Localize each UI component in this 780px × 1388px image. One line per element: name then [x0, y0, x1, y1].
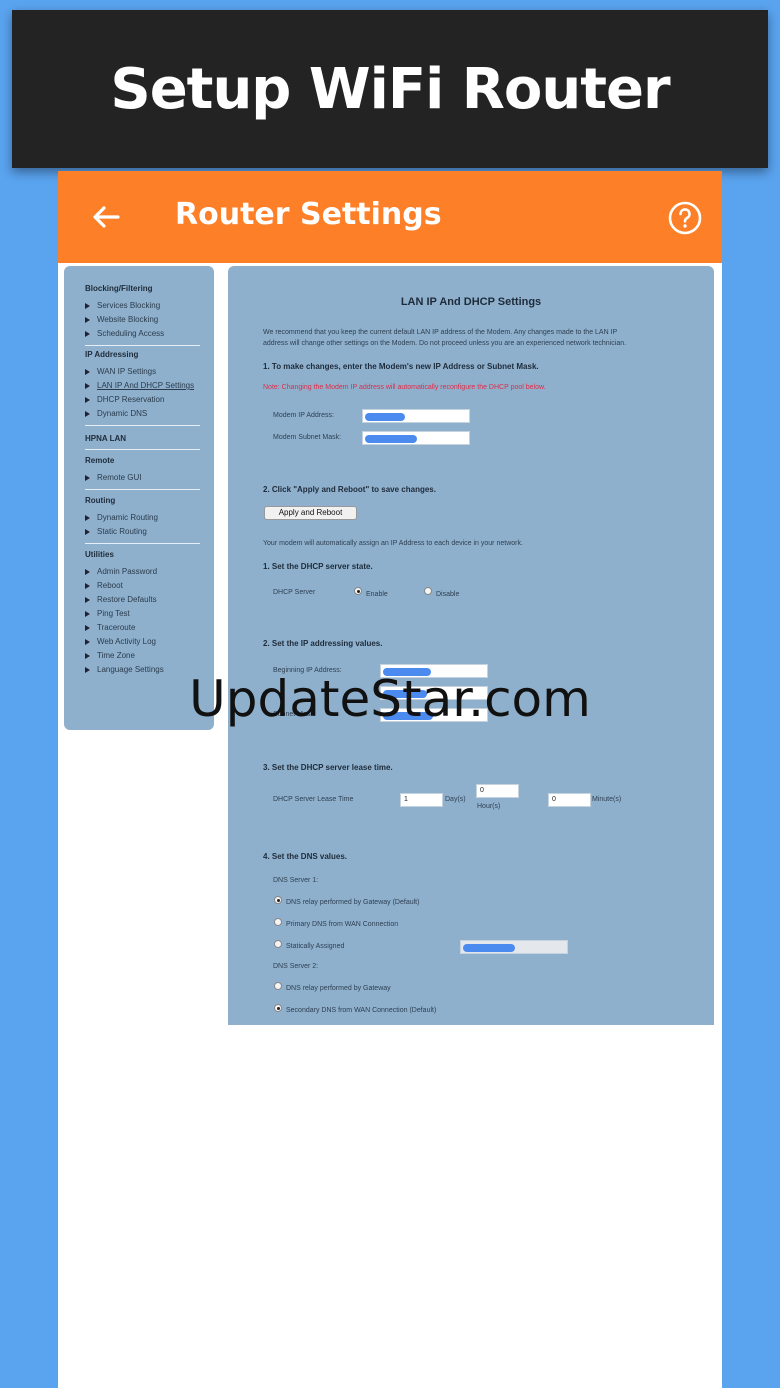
sidebar-section-blocking: Blocking/Filtering Services Blocking Web…: [85, 284, 200, 346]
dns1-label: DNS Server 1:: [273, 877, 319, 884]
disable-label: Disable: [436, 591, 460, 598]
divider: [85, 345, 200, 346]
sidebar-section-remote: Remote Remote GUI: [85, 456, 200, 490]
app-bar-title: Router Settings: [175, 197, 442, 232]
page-title: LAN IP And DHCP Settings: [400, 296, 542, 308]
sidebar-section-ip: IP Addressing WAN IP Settings LAN IP And…: [85, 350, 200, 426]
back-arrow-icon[interactable]: [86, 197, 126, 237]
hours-label: Hour(s): [477, 803, 501, 810]
enable-label: Enable: [366, 591, 388, 598]
dns2-relay-radio[interactable]: [274, 982, 282, 990]
sidebar-item-services-blocking[interactable]: Services Blocking: [85, 299, 200, 313]
modem-ip-label: Modem IP Address:: [273, 412, 334, 419]
sidebar-section-routing: Routing Dynamic Routing Static Routing: [85, 496, 200, 544]
dhcp-disable-radio[interactable]: [424, 587, 432, 595]
phone-screen: Router Settings Blocking/Filtering Servi…: [58, 171, 722, 1388]
sidebar-item-lan-ip-dhcp[interactable]: LAN IP And DHCP Settings: [85, 379, 200, 393]
help-icon[interactable]: [668, 201, 702, 235]
divider: [85, 449, 200, 450]
dns1-static-input[interactable]: [460, 940, 568, 954]
sidebar-item-dynamic-routing[interactable]: Dynamic Routing: [85, 511, 200, 525]
router-sidebar: Blocking/Filtering Services Blocking Web…: [64, 266, 214, 730]
sidebar-item-dynamic-dns[interactable]: Dynamic DNS: [85, 407, 200, 421]
lease-minutes-value: 0: [552, 796, 556, 803]
minutes-label: Minute(s): [592, 796, 622, 803]
step1-heading: 1. To make changes, enter the Modem's ne…: [263, 362, 539, 371]
router-page-screenshot: Blocking/Filtering Services Blocking Web…: [58, 263, 722, 1025]
redacted-value: [365, 435, 417, 443]
lease-time-label: DHCP Server Lease Time: [273, 796, 354, 803]
watermark: UpdateStar.com: [189, 670, 591, 728]
apply-reboot-button[interactable]: Apply and Reboot: [264, 506, 357, 520]
sidebar-section-hpna: HPNA LAN: [85, 434, 200, 450]
sidebar-item-reboot[interactable]: Reboot: [85, 579, 200, 593]
step2-heading: 2. Click "Apply and Reboot" to save chan…: [263, 485, 436, 494]
lease-hours-value: 0: [480, 787, 484, 794]
promo-banner: Setup WiFi Router: [12, 10, 768, 168]
divider: [85, 543, 200, 544]
sidebar-item-static-routing[interactable]: Static Routing: [85, 525, 200, 539]
sidebar-item-ping-test[interactable]: Ping Test: [85, 607, 200, 621]
dns1-relay-radio[interactable]: [274, 896, 282, 904]
sidebar-section-title: Remote: [85, 456, 115, 465]
dns1-primary-label: Primary DNS from WAN Connection: [286, 921, 399, 928]
dns2-label: DNS Server 2:: [273, 963, 319, 970]
sidebar-item-dhcp-reservation[interactable]: DHCP Reservation: [85, 393, 200, 407]
sidebar-section-title: Blocking/Filtering: [85, 284, 153, 293]
redacted-value: [365, 413, 405, 421]
sidebar-section-title: IP Addressing: [85, 350, 139, 359]
dns2-secondary-radio[interactable]: [274, 1004, 282, 1012]
sidebar-item-website-blocking[interactable]: Website Blocking: [85, 313, 200, 327]
sidebar-item-restore-defaults[interactable]: Restore Defaults: [85, 593, 200, 607]
sidebar-item-traceroute[interactable]: Traceroute: [85, 621, 200, 635]
lease-days-value: 1: [404, 796, 408, 803]
dns2-secondary-label: Secondary DNS from WAN Connection (Defau…: [286, 1007, 437, 1014]
sidebar-section-utilities: Utilities Admin Password Reboot Restore …: [85, 550, 200, 677]
sidebar-item-web-activity-log[interactable]: Web Activity Log: [85, 635, 200, 649]
dns-heading: 4. Set the DNS values.: [263, 852, 348, 861]
auto-assign-text: Your modem will automatically assign an …: [263, 540, 523, 547]
dns1-static-label: Statically Assigned: [286, 943, 345, 950]
intro-text: address will change other settings on th…: [263, 340, 627, 347]
ip-values-heading: 2. Set the IP addressing values.: [263, 639, 383, 648]
banner-title: Setup WiFi Router: [110, 56, 670, 122]
divider: [85, 425, 200, 426]
modem-subnet-label: Modem Subnet Mask:: [273, 434, 342, 441]
dhcp-state-heading: 1. Set the DHCP server state.: [263, 562, 373, 571]
sidebar-item-remote-gui[interactable]: Remote GUI: [85, 471, 200, 485]
app-bar: Router Settings: [58, 171, 722, 263]
modem-subnet-input[interactable]: [362, 431, 470, 445]
dns2-relay-label: DNS relay performed by Gateway: [286, 985, 391, 992]
sidebar-section-title: Utilities: [85, 550, 114, 559]
settings-panel: LAN IP And DHCP Settings We recommend th…: [228, 266, 714, 1025]
sidebar-item-time-zone[interactable]: Time Zone: [85, 649, 200, 663]
redacted-value: [463, 944, 515, 952]
lease-minutes-input[interactable]: 0: [548, 793, 591, 807]
sidebar-section-title[interactable]: HPNA LAN: [85, 434, 200, 443]
dhcp-server-label: DHCP Server: [273, 589, 316, 596]
dns1-static-radio[interactable]: [274, 940, 282, 948]
lease-heading: 3. Set the DHCP server lease time.: [263, 763, 393, 772]
sidebar-section-title: Routing: [85, 496, 116, 505]
warning-note: Note: Changing the Modem IP address will…: [263, 384, 546, 391]
sidebar-item-admin-password[interactable]: Admin Password: [85, 565, 200, 579]
dhcp-enable-radio[interactable]: [354, 587, 362, 595]
intro-text: We recommend that you keep the current d…: [263, 329, 618, 336]
modem-ip-input[interactable]: [362, 409, 470, 423]
sidebar-item-wan-ip[interactable]: WAN IP Settings: [85, 365, 200, 379]
dns1-primary-radio[interactable]: [274, 918, 282, 926]
divider: [85, 489, 200, 490]
days-label: Day(s): [445, 796, 466, 803]
lease-days-input[interactable]: 1: [400, 793, 443, 807]
lease-hours-input[interactable]: 0: [476, 784, 519, 798]
sidebar-item-scheduling-access[interactable]: Scheduling Access: [85, 327, 200, 341]
dns1-relay-label: DNS relay performed by Gateway (Default): [286, 899, 420, 906]
